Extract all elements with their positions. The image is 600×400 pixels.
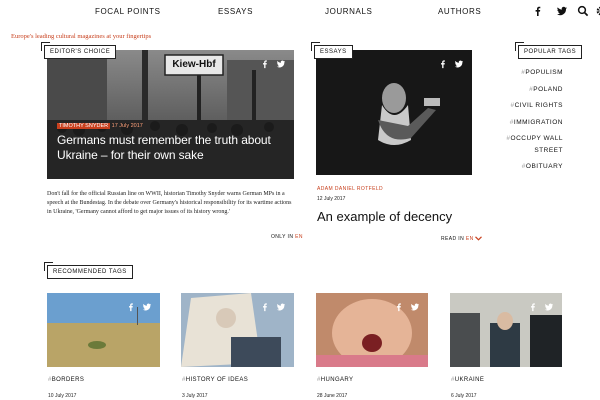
nav-essays[interactable]: ESSAYS bbox=[218, 7, 253, 16]
card-social bbox=[394, 299, 420, 312]
card-tag-ukraine[interactable]: #UKRAINE bbox=[451, 377, 484, 383]
card-date: 28 June 2017 bbox=[317, 393, 348, 399]
facebook-icon[interactable] bbox=[126, 299, 136, 312]
portrait-photo bbox=[316, 50, 472, 175]
readmore-prefix: READ IN bbox=[441, 236, 465, 242]
featured-title[interactable]: Germans must remember the truth about Uk… bbox=[57, 133, 294, 163]
card-social bbox=[260, 299, 286, 312]
popular-tags-list: #POPULISM #POLAND #CIVIL RIGHTS #IMMIGRA… bbox=[503, 65, 563, 176]
readmore-lang[interactable]: EN bbox=[295, 234, 303, 240]
featured-date: 17 July 2017 bbox=[111, 123, 143, 129]
facebook-icon[interactable] bbox=[260, 299, 270, 312]
essay-readmore[interactable]: READ IN EN bbox=[441, 236, 483, 242]
card-image-ukraine[interactable] bbox=[450, 293, 562, 367]
tag-populism[interactable]: #POPULISM bbox=[503, 65, 563, 82]
tag-obituary[interactable]: #OBITUARY bbox=[503, 159, 563, 176]
card-social bbox=[528, 299, 554, 312]
featured-image[interactable]: Kiew-Hbf TIMOTHY SNYDER 17 July 2017 Ger… bbox=[47, 50, 294, 179]
facebook-icon[interactable] bbox=[260, 56, 270, 69]
card-date: 10 July 2017 bbox=[48, 393, 77, 399]
twitter-icon[interactable] bbox=[276, 56, 286, 68]
tag-immigration[interactable]: #IMMIGRATION bbox=[503, 115, 563, 132]
twitter-icon[interactable] bbox=[276, 299, 286, 311]
recommended-tags-label: RECOMMENDED TAGS bbox=[44, 262, 133, 279]
twitter-icon[interactable] bbox=[142, 299, 152, 311]
site-tagline: Europe's leading cultural magazines at y… bbox=[11, 33, 152, 40]
facebook-icon[interactable] bbox=[438, 56, 448, 69]
essays-label: ESSAYS bbox=[311, 42, 353, 59]
featured-readmore[interactable]: ONLY IN EN bbox=[271, 234, 303, 240]
twitter-icon[interactable] bbox=[556, 5, 568, 17]
essay-author[interactable]: ADAM DANIEL ROTFELD bbox=[317, 186, 383, 192]
nav-authors[interactable]: AUTHORS bbox=[438, 7, 481, 16]
tag-civil-rights[interactable]: #CIVIL RIGHTS bbox=[503, 98, 563, 115]
facebook-icon[interactable] bbox=[528, 299, 538, 312]
search-icon[interactable] bbox=[577, 5, 589, 17]
settings-icon[interactable] bbox=[595, 5, 600, 17]
card-image-hungary[interactable] bbox=[316, 293, 428, 367]
twitter-icon[interactable] bbox=[410, 299, 420, 311]
nav-focal-points[interactable]: FOCAL POINTS bbox=[95, 7, 161, 16]
facebook-icon[interactable] bbox=[394, 299, 404, 312]
top-navigation: FOCAL POINTS ESSAYS JOURNALS AUTHORS bbox=[0, 0, 600, 24]
essay-title[interactable]: An example of decency bbox=[317, 209, 452, 224]
card-date: 3 July 2017 bbox=[182, 393, 208, 399]
station-sign-text: Kiew-Hbf bbox=[172, 59, 216, 70]
tag-poland[interactable]: #POLAND bbox=[503, 82, 563, 99]
featured-kicker: TIMOTHY SNYDER 17 July 2017 bbox=[57, 123, 294, 129]
readmore-lang[interactable]: EN bbox=[466, 236, 474, 242]
card-tag-borders[interactable]: #BORDERS bbox=[48, 377, 84, 383]
card-date: 6 July 2017 bbox=[451, 393, 477, 399]
nav-journals[interactable]: JOURNALS bbox=[325, 7, 372, 16]
chevron-down-icon bbox=[475, 236, 483, 241]
editors-choice-label: EDITOR'S CHOICE bbox=[40, 42, 117, 59]
readmore-prefix: ONLY IN bbox=[271, 234, 294, 240]
featured-overlay: TIMOTHY SNYDER 17 July 2017 Germans must… bbox=[57, 123, 294, 163]
card-social bbox=[126, 299, 152, 312]
twitter-icon[interactable] bbox=[454, 56, 464, 68]
tag-occupy-wall-street[interactable]: #OCCUPY WALL STREET bbox=[503, 133, 563, 157]
card-tag-history-of-ideas[interactable]: #HISTORY OF IDEAS bbox=[182, 377, 248, 383]
card-tag-hungary[interactable]: #HUNGARY bbox=[317, 377, 353, 383]
popular-tags-label: POPULAR TAGS bbox=[514, 42, 583, 59]
featured-excerpt: Don't fall for the official Russian line… bbox=[47, 191, 292, 215]
essay-date: 12 July 2017 bbox=[317, 196, 346, 202]
card-image-borders[interactable] bbox=[47, 293, 160, 367]
facebook-icon[interactable] bbox=[532, 5, 544, 17]
featured-social bbox=[260, 56, 286, 69]
featured-author[interactable]: TIMOTHY SNYDER bbox=[57, 123, 111, 129]
card-image-history-of-ideas[interactable] bbox=[181, 293, 294, 367]
twitter-icon[interactable] bbox=[544, 299, 554, 311]
essay-image[interactable] bbox=[316, 50, 472, 175]
essay-social bbox=[438, 56, 464, 69]
